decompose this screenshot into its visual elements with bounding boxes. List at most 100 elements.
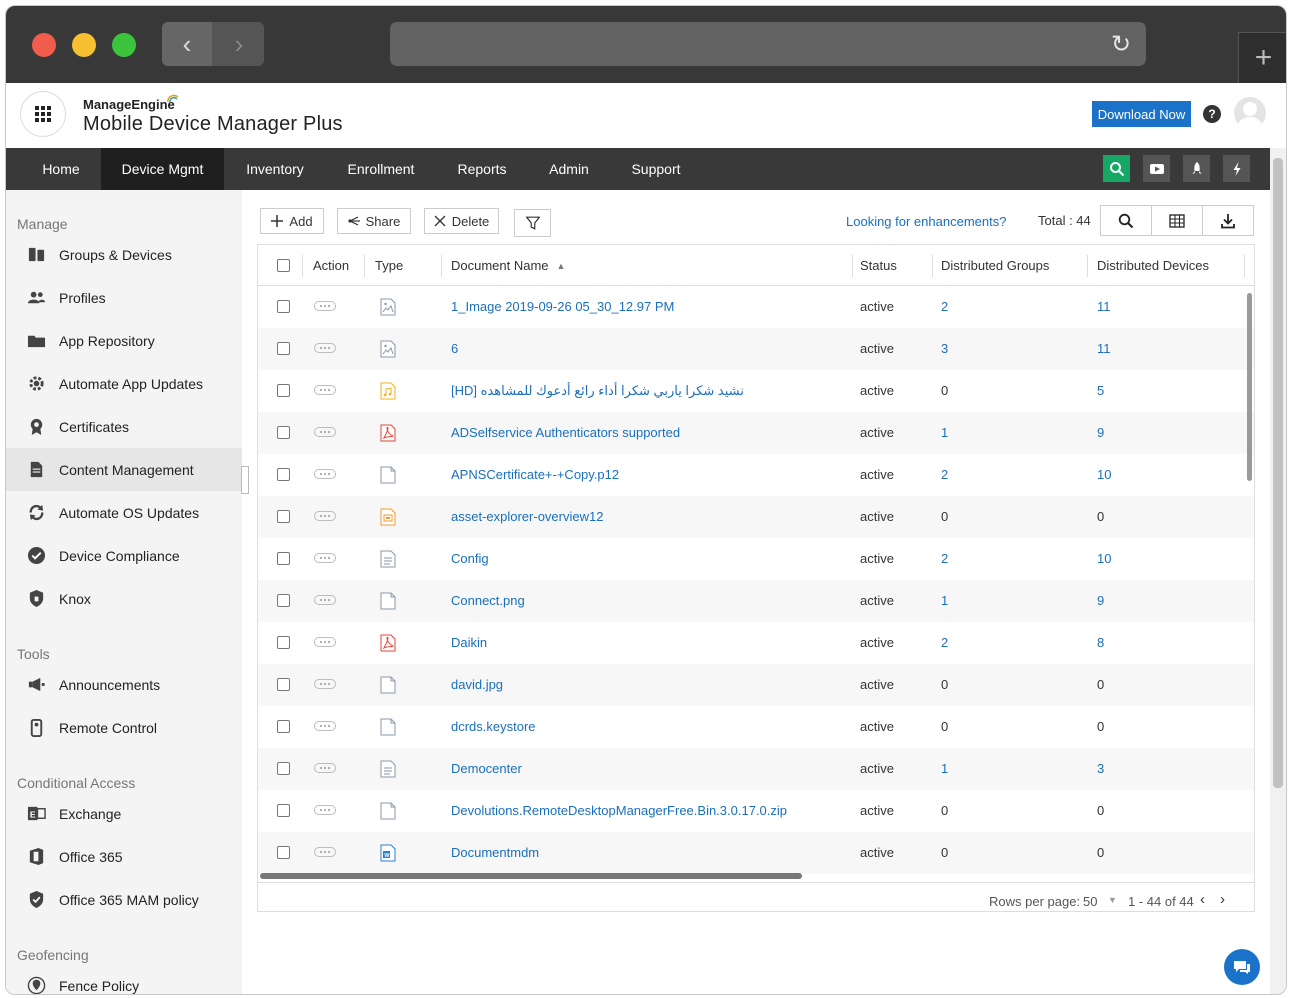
table-row[interactable]: 6 active 3 11 [258,328,1254,370]
row-checkbox[interactable] [277,468,290,481]
address-bar[interactable]: ↻ [390,22,1146,66]
distributed-groups-count[interactable]: 2 [941,635,948,650]
enhancements-link[interactable]: Looking for enhancements? [846,214,1006,229]
distributed-devices-count[interactable]: 5 [1097,383,1104,398]
sidebar-item-profiles[interactable]: Profiles [6,276,242,319]
share-button[interactable]: Share [337,208,411,234]
document-name-link[interactable]: david.jpg [451,677,503,692]
nav-reports[interactable]: Reports [436,148,528,190]
page-scrollbar-thumb[interactable] [1273,158,1283,788]
table-horizontal-scrollbar[interactable] [260,873,802,879]
new-tab-button[interactable]: + [1238,32,1286,83]
distributed-groups-count[interactable]: 3 [941,341,948,356]
row-action-menu-icon[interactable] [314,343,336,353]
table-search-icon[interactable] [1101,206,1152,235]
sidebar-item-automate-app-updates[interactable]: Automate App Updates [6,362,242,405]
sidebar-item-content-management[interactable]: Content Management [6,448,242,491]
row-checkbox[interactable] [277,342,290,355]
chevron-down-icon[interactable]: ▼ [1108,895,1117,905]
distributed-devices-count[interactable]: 9 [1097,593,1104,608]
nav-admin[interactable]: Admin [528,148,610,190]
row-checkbox[interactable] [277,594,290,607]
row-action-menu-icon[interactable] [314,805,336,815]
document-name-link[interactable]: Democenter [451,761,522,776]
row-action-menu-icon[interactable] [314,721,336,731]
sidebar-item-app-repository[interactable]: App Repository [6,319,242,362]
distributed-groups-count[interactable]: 2 [941,467,948,482]
document-name-link[interactable]: asset-explorer-overview12 [451,509,603,524]
document-name-link[interactable]: dcrds.keystore [451,719,536,734]
reload-icon[interactable]: ↻ [1106,29,1136,59]
distributed-devices-count[interactable]: 11 [1097,341,1111,356]
row-action-menu-icon[interactable] [314,637,336,647]
chat-button[interactable] [1224,949,1260,985]
row-checkbox[interactable] [277,300,290,313]
nav-home[interactable]: Home [20,148,102,190]
table-row[interactable]: Config active 2 10 [258,538,1254,580]
maximize-window-button[interactable] [112,33,136,57]
user-avatar[interactable] [1234,97,1266,129]
distributed-devices-count[interactable]: 9 [1097,425,1104,440]
row-action-menu-icon[interactable] [314,553,336,563]
table-row[interactable]: [HD] نشيد شكرا ياربي شكرا أداء رائع أدعو… [258,370,1254,412]
forward-button[interactable]: › [214,22,264,66]
sidebar-item-fence-policy[interactable]: Fence Policy [6,964,242,994]
sidebar-item-remote-control[interactable]: Remote Control [6,706,242,749]
column-document-name[interactable]: Document Name ▲ [451,245,565,286]
rows-per-page-select[interactable]: 50 [1083,894,1097,909]
sidebar-item-groups-devices[interactable]: Groups & Devices [6,233,242,276]
table-row[interactable]: ADSelfservice Authenticators supported ac… [258,412,1254,454]
table-vertical-scrollbar[interactable] [1247,293,1252,481]
row-action-menu-icon[interactable] [314,763,336,773]
delete-button[interactable]: Delete [424,208,499,234]
distributed-groups-count[interactable]: 2 [941,299,948,314]
distributed-devices-count[interactable]: 3 [1097,761,1104,776]
document-name-link[interactable]: ADSelfservice Authenticators supported [451,425,680,440]
app-grid-button[interactable] [20,91,66,137]
row-action-menu-icon[interactable] [314,301,336,311]
table-row[interactable]: dcrds.keystore active 0 0 [258,706,1254,748]
nav-device-mgmt[interactable]: Device Mgmt [101,148,224,190]
row-checkbox[interactable] [277,846,290,859]
table-row[interactable]: Daikin active 2 8 [258,622,1254,664]
back-button[interactable]: ‹ [162,22,212,66]
document-name-link[interactable]: 1_Image 2019-09-26 05_30_12.97 PM [451,299,674,314]
nav-support[interactable]: Support [610,148,702,190]
video-icon[interactable] [1143,155,1170,182]
document-name-link[interactable]: 6 [451,341,458,356]
distributed-groups-count[interactable]: 1 [941,425,948,440]
sidebar-item-knox[interactable]: Knox [6,577,242,620]
document-name-link[interactable]: Config [451,551,489,566]
row-checkbox[interactable] [277,762,290,775]
minimize-window-button[interactable] [72,33,96,57]
document-name-link[interactable]: Documentmdm [451,845,539,860]
distributed-groups-count[interactable]: 1 [941,593,948,608]
download-now-button[interactable]: Download Now [1092,101,1191,127]
help-icon[interactable]: ? [1203,105,1221,123]
table-row[interactable]: 1_Image 2019-09-26 05_30_12.97 PM active 2… [258,286,1254,328]
sidebar-collapse-handle[interactable] [241,466,249,494]
row-checkbox[interactable] [277,804,290,817]
table-row[interactable]: Connect.png active 1 9 [258,580,1254,622]
table-row[interactable]: W Documentmdm active 0 0 [258,832,1254,874]
table-row[interactable]: Devolutions.RemoteDesktopManagerFree.Bin… [258,790,1254,832]
page-scrollbar[interactable] [1270,148,1286,994]
row-checkbox[interactable] [277,426,290,439]
table-row[interactable]: Democenter active 1 3 [258,748,1254,790]
table-row[interactable]: david.jpg active 0 0 [258,664,1254,706]
document-name-link[interactable]: APNSCertificate+-+Copy.p12 [451,467,619,482]
next-page-icon[interactable]: › [1220,891,1225,908]
row-action-menu-icon[interactable] [314,427,336,437]
distributed-groups-count[interactable]: 1 [941,761,948,776]
sidebar-item-certificates[interactable]: Certificates [6,405,242,448]
nav-inventory[interactable]: Inventory [224,148,326,190]
row-action-menu-icon[interactable] [314,511,336,521]
row-action-menu-icon[interactable] [314,385,336,395]
row-action-menu-icon[interactable] [314,847,336,857]
global-search-icon[interactable] [1103,155,1130,182]
document-name-link[interactable]: [HD] نشيد شكرا ياربي شكرا أداء رائع أدعو… [451,383,744,399]
distributed-devices-count[interactable]: 8 [1097,635,1104,650]
distributed-devices-count[interactable]: 10 [1097,551,1111,566]
distributed-devices-count[interactable]: 10 [1097,467,1111,482]
row-action-menu-icon[interactable] [314,469,336,479]
